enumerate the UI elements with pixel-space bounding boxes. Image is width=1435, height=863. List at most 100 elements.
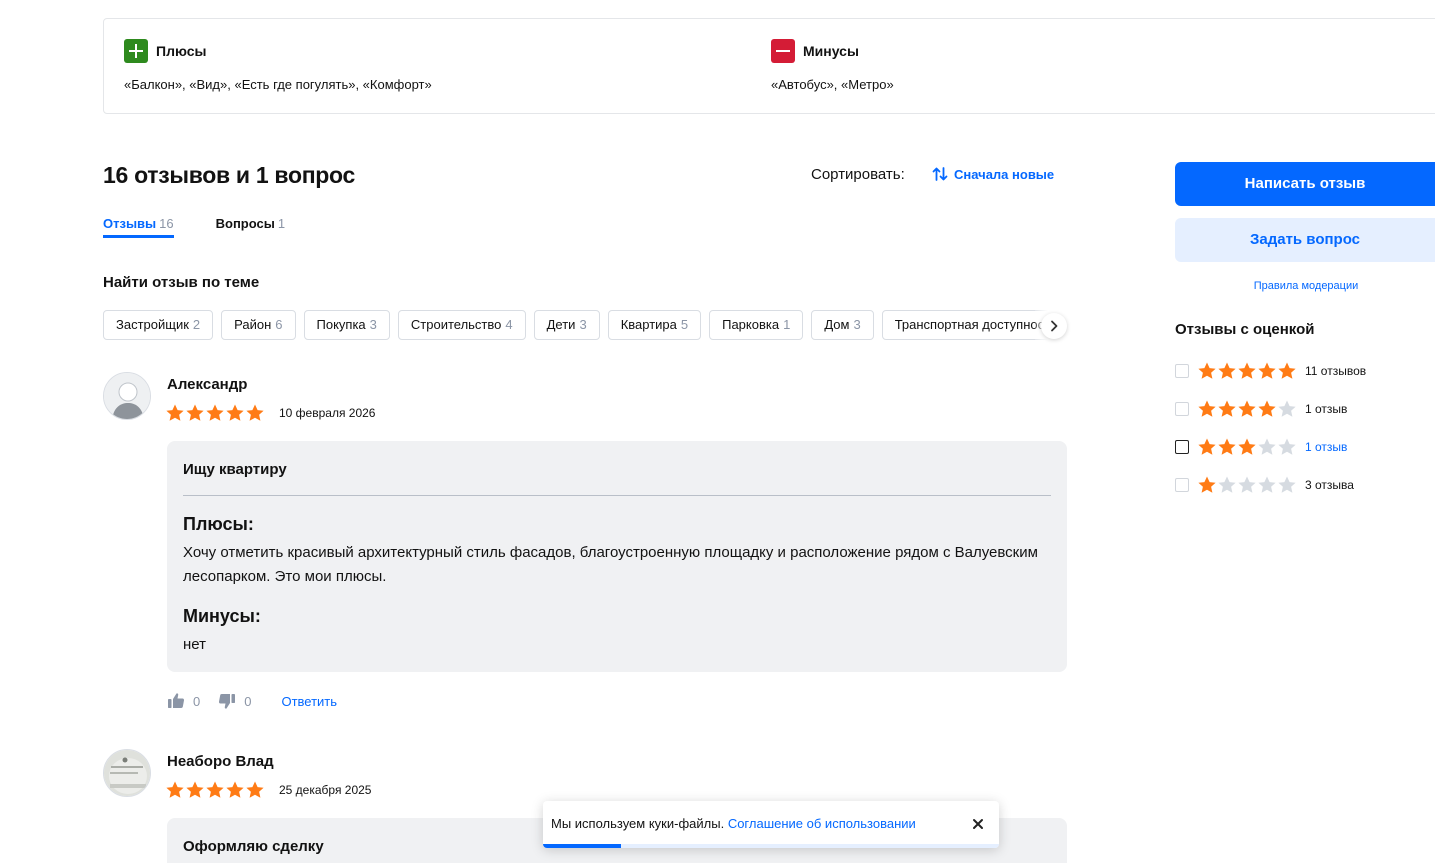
divider bbox=[183, 495, 1051, 496]
sort-value: Сначала новые bbox=[954, 166, 1055, 182]
chevron-right-icon bbox=[1051, 320, 1058, 332]
sort-arrows-icon bbox=[932, 167, 948, 181]
cons-summary-text: «Автобус», «Метро» bbox=[771, 77, 894, 92]
rating-count: 11 отзывов bbox=[1305, 364, 1367, 378]
topic-chip[interactable]: Строительство 4 bbox=[397, 310, 526, 340]
rating-checkbox[interactable] bbox=[1175, 402, 1189, 416]
cookie-progress-bar bbox=[543, 844, 999, 848]
rating-count: 3 отзыва bbox=[1305, 478, 1354, 492]
chip-label: Парковка bbox=[722, 317, 780, 332]
rating-count: 1 отзыв bbox=[1305, 440, 1348, 454]
topic-chip[interactable]: Дети 3 bbox=[533, 310, 600, 340]
reply-link[interactable]: Ответить bbox=[281, 694, 337, 709]
sort-button[interactable]: Сначала новые bbox=[932, 166, 1054, 182]
write-review-button[interactable]: Написать отзыв bbox=[1175, 162, 1435, 206]
avatar bbox=[103, 749, 151, 797]
star-icon bbox=[1258, 362, 1276, 379]
dislike-button[interactable]: 0 bbox=[218, 692, 251, 710]
review-actions: 0 0 Ответить bbox=[167, 692, 337, 710]
star-icon bbox=[186, 781, 204, 798]
chip-label: Квартира bbox=[620, 317, 677, 332]
pros-summary-text: «Балкон», «Вид», «Есть где погулять», «К… bbox=[124, 77, 432, 92]
thumb-down-icon bbox=[219, 694, 236, 709]
star-icon bbox=[1278, 362, 1296, 379]
star-icon bbox=[1198, 400, 1216, 417]
review-topic: Оформляю сделку bbox=[183, 838, 324, 855]
cookie-message: Мы используем куки-файлы. Соглашение об … bbox=[551, 816, 916, 831]
rating-stars bbox=[1197, 475, 1297, 495]
rating-filter-5[interactable]: 11 отзывов bbox=[1175, 361, 1366, 381]
topic-chip[interactable]: Парковка 1 bbox=[709, 310, 804, 340]
star-icon bbox=[1238, 438, 1256, 455]
rating-filter-3[interactable]: 1 отзыв bbox=[1175, 437, 1347, 457]
tab-reviews-label: Отзывы bbox=[103, 216, 157, 231]
star-icon bbox=[1218, 476, 1236, 493]
topic-chip[interactable]: Застройщик 2 bbox=[103, 310, 214, 340]
star-icon bbox=[206, 404, 224, 421]
rating-checkbox[interactable] bbox=[1175, 440, 1189, 454]
cookie-progress-fill bbox=[543, 844, 621, 848]
ratings-filter-title: Отзывы с оценкой bbox=[1175, 321, 1315, 338]
chip-count: 6 bbox=[275, 317, 283, 332]
star-icon bbox=[206, 781, 224, 798]
review-author[interactable]: Неаборо Влад bbox=[167, 753, 274, 770]
star-icon bbox=[1198, 438, 1216, 455]
star-icon bbox=[1258, 400, 1276, 417]
cons-summary-title: Минусы bbox=[803, 43, 859, 59]
star-icon bbox=[1258, 476, 1276, 493]
chip-label: Застройщик bbox=[116, 317, 189, 332]
star-icon bbox=[1218, 362, 1236, 379]
tab-reviews-count: 16 bbox=[159, 216, 174, 231]
like-button[interactable]: 0 bbox=[167, 692, 200, 710]
chip-count: 1 bbox=[783, 317, 791, 332]
rating-filter-4[interactable]: 1 отзыв bbox=[1175, 399, 1347, 419]
chip-count: 2 bbox=[192, 317, 201, 332]
chip-label: Дети bbox=[546, 317, 576, 332]
tab-questions-label: Вопросы bbox=[215, 216, 275, 231]
star-icon bbox=[1238, 476, 1256, 493]
star-icon bbox=[226, 404, 244, 421]
topic-chip[interactable]: Район 6 bbox=[221, 310, 296, 340]
star-icon bbox=[1198, 362, 1216, 379]
dislike-count: 0 bbox=[244, 693, 252, 709]
topic-chip[interactable]: Покупка 3 bbox=[303, 310, 390, 340]
chip-count: 4 bbox=[505, 317, 513, 332]
thumb-up-icon bbox=[168, 693, 185, 708]
close-button[interactable] bbox=[969, 815, 987, 833]
topic-chip[interactable]: Квартира 5 bbox=[607, 310, 702, 340]
rating-filter-1[interactable]: 3 отзыва bbox=[1175, 475, 1354, 495]
rating-checkbox[interactable] bbox=[1175, 478, 1189, 492]
avatar bbox=[103, 372, 151, 420]
review-cons-heading: Минусы: bbox=[183, 606, 261, 626]
cookie-banner: Мы используем куки-файлы. Соглашение об … bbox=[543, 801, 999, 848]
ask-question-button[interactable]: Задать вопрос bbox=[1175, 218, 1435, 262]
chips-scroll-button[interactable] bbox=[1041, 313, 1067, 339]
tab-reviews[interactable]: Отзывы 16 bbox=[103, 216, 174, 238]
review-date: 25 декабря 2025 bbox=[279, 783, 372, 797]
review-topic: Ищу квартиру bbox=[183, 461, 287, 478]
rating-checkbox[interactable] bbox=[1175, 364, 1189, 378]
topic-chip[interactable]: Дом 3 bbox=[811, 310, 874, 340]
rating-stars bbox=[1197, 399, 1297, 419]
pros-summary: Плюсы «Балкон», «Вид», «Есть где погулят… bbox=[124, 39, 432, 92]
review-author[interactable]: Александр bbox=[167, 376, 247, 393]
star-icon bbox=[1198, 476, 1216, 493]
review-pros-heading: Плюсы: bbox=[183, 514, 254, 534]
star-icon bbox=[1238, 400, 1256, 417]
moderation-rules-link[interactable]: Правила модерации bbox=[1175, 280, 1435, 292]
star-icon bbox=[186, 404, 204, 421]
tab-questions[interactable]: Вопросы 1 bbox=[216, 216, 285, 238]
review-rating bbox=[165, 403, 265, 423]
rating-stars bbox=[1197, 437, 1297, 457]
plus-icon bbox=[124, 39, 148, 63]
reviews-tabs: Отзывы 16 Вопросы 1 bbox=[103, 216, 327, 238]
star-icon bbox=[1278, 400, 1296, 417]
chip-label: Покупка bbox=[316, 317, 366, 332]
chip-label: Дом bbox=[824, 317, 850, 332]
sort-label: Сортировать: bbox=[811, 166, 905, 183]
cookie-agreement-link[interactable]: Соглашение об использовании bbox=[728, 816, 916, 831]
chip-count: 3 bbox=[369, 317, 377, 332]
cookie-text: Мы используем куки-файлы. bbox=[551, 816, 725, 831]
star-icon bbox=[246, 404, 264, 421]
rating-stars bbox=[1197, 361, 1297, 381]
